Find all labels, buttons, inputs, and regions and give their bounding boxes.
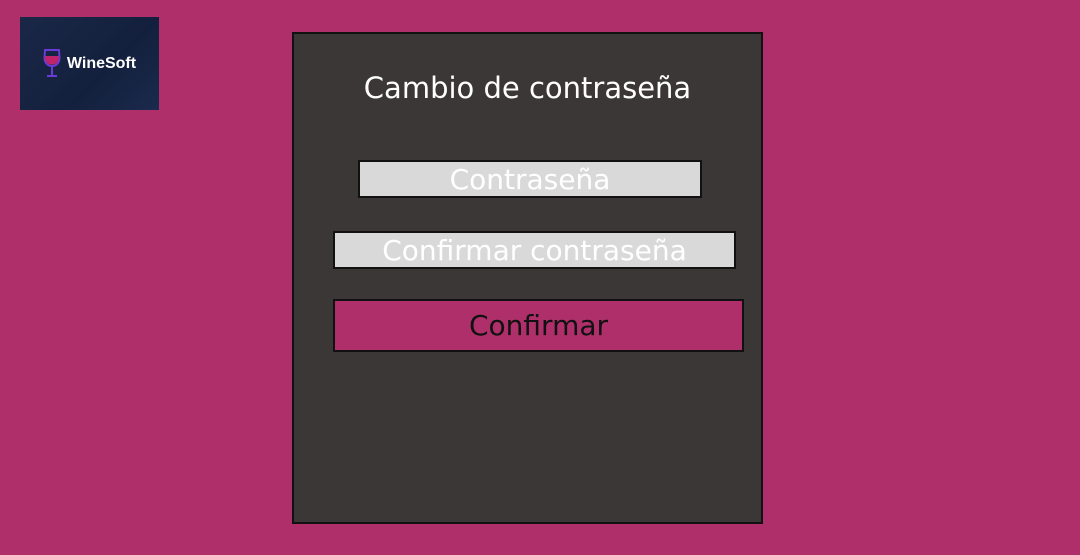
- confirm-password-field[interactable]: Confirmar contraseña: [333, 231, 736, 269]
- brand-logo-content: WineSoft: [41, 48, 136, 80]
- confirm-button[interactable]: Confirmar: [333, 299, 744, 352]
- change-password-panel: Cambio de contraseña Contraseña Confirma…: [292, 32, 763, 524]
- brand-name: WineSoft: [66, 54, 137, 72]
- confirm-password-placeholder: Confirmar contraseña: [382, 233, 687, 267]
- wine-glass-icon: [43, 48, 61, 77]
- password-placeholder: Contraseña: [449, 162, 611, 196]
- brand-logo: WineSoft: [20, 17, 159, 110]
- password-field[interactable]: Contraseña: [358, 160, 702, 198]
- confirm-button-label: Confirmar: [468, 309, 609, 342]
- page-title: Cambio de contraseña: [363, 71, 692, 105]
